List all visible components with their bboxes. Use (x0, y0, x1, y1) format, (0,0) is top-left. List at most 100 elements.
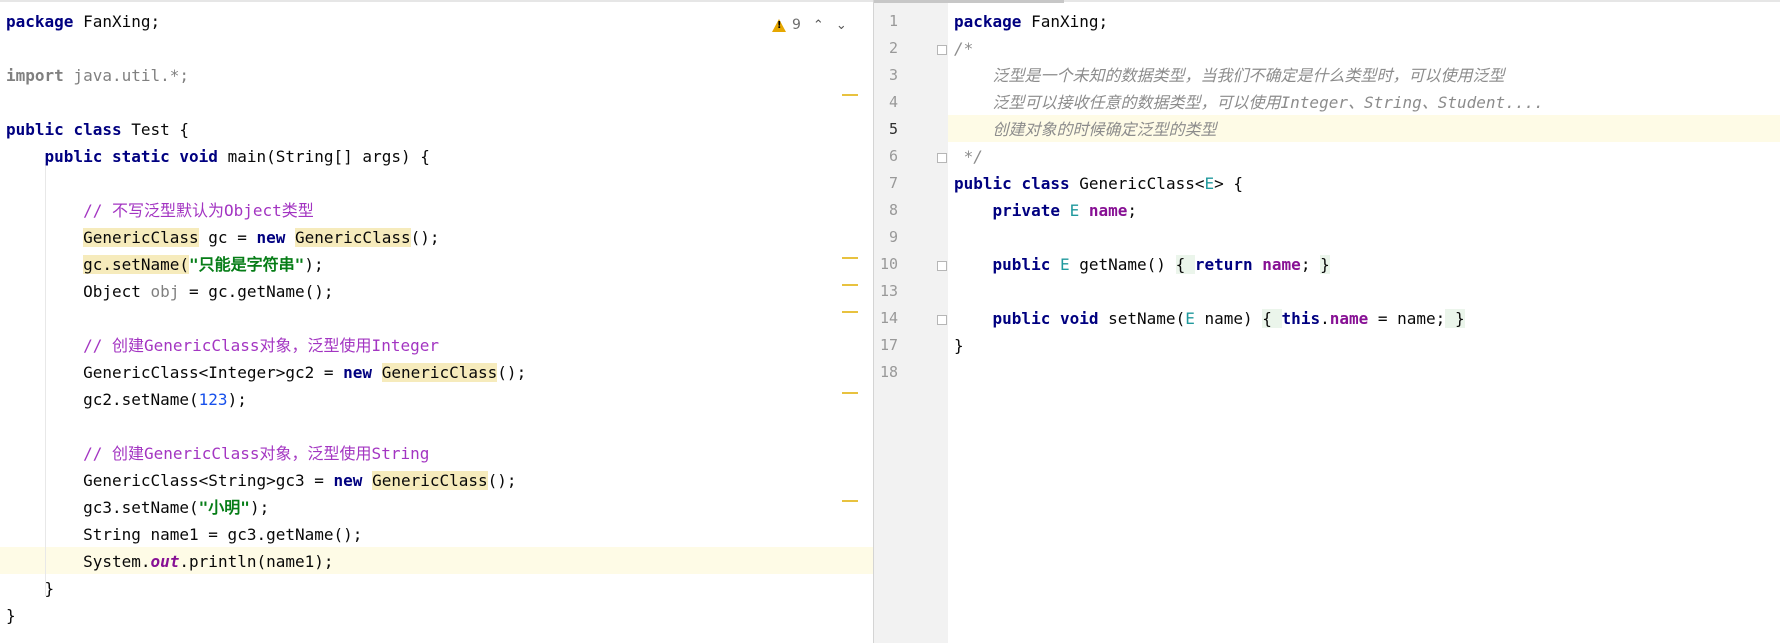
code-token: new (333, 471, 363, 490)
code-token: class (1021, 174, 1070, 193)
fold-icon[interactable] (937, 315, 947, 325)
code-token: gc3.setName( (6, 498, 199, 517)
code-token: FanXing; (73, 12, 161, 31)
left-editor-pane[interactable]: package FanXing; import java.util.*; publi… (0, 0, 873, 643)
code-token: E (1204, 174, 1215, 193)
code-token: 泛型是一个未知的数据类型，当我们不确定是什么类型时，可以使用泛型 (992, 66, 1505, 85)
code-token: package (6, 12, 74, 31)
warning-stripe-marker[interactable] (842, 257, 858, 259)
code-token: new (343, 363, 373, 382)
code-line[interactable]: // 不写泛型默认为Object类型 (6, 197, 314, 224)
code-line[interactable]: gc.setName("只能是字符串"); (6, 251, 324, 278)
warning-stripe-marker[interactable] (842, 284, 858, 286)
code-line[interactable]: // 创建GenericClass对象，泛型使用String (6, 440, 429, 467)
code-token: name) (1194, 309, 1263, 328)
code-token: GenericClass (295, 228, 411, 247)
fold-icon[interactable] (937, 45, 947, 55)
code-token: private (992, 201, 1060, 220)
code-token: ); (227, 390, 247, 409)
chevron-up-icon[interactable]: ⌃ (813, 18, 824, 33)
code-token: } (1445, 309, 1465, 328)
code-line[interactable]: public E getName() { return name; } (954, 251, 1330, 278)
code-token: setName( (1098, 309, 1186, 328)
code-line[interactable]: 泛型可以接收任意的数据类型，可以使用Integer、String、Student… (954, 89, 1544, 116)
code-token: 泛型可以接收任意的数据类型，可以使用Integer、String、Student… (992, 93, 1544, 112)
code-line[interactable]: /* (954, 35, 973, 62)
code-line[interactable]: System.out.println(name1); (6, 548, 334, 575)
code-token: GenericClass<Integer>gc2 = (6, 363, 344, 382)
inspection-widget[interactable]: 9 ⌃ ⌄ (772, 16, 847, 34)
code-line[interactable]: 泛型是一个未知的数据类型，当我们不确定是什么类型时，可以使用泛型 (954, 62, 1505, 89)
code-line[interactable]: GenericClass<String>gc3 = new GenericCla… (6, 467, 517, 494)
code-line[interactable]: 创建对象的时候确定泛型的类型 (954, 116, 1217, 143)
code-token: new (256, 228, 286, 247)
code-token: class (73, 120, 122, 139)
code-token: > { (1214, 174, 1244, 193)
code-line[interactable]: Object obj = gc.getName(); (6, 278, 333, 305)
code-line[interactable]: gc3.setName("小明"); (6, 494, 269, 521)
code-line[interactable]: public static void main(String[] args) { (6, 143, 430, 170)
code-token: public (44, 147, 103, 166)
code-token: java.util.*; (63, 66, 190, 85)
code-line[interactable]: } (954, 332, 964, 359)
warning-stripe-marker[interactable] (842, 94, 858, 96)
code-line[interactable]: package FanXing; (6, 8, 160, 35)
code-line[interactable]: String name1 = gc3.getName(); (6, 521, 362, 548)
code-line[interactable]: // 创建GenericClass对象，泛型使用Integer (6, 332, 439, 359)
code-line[interactable]: private E name; (954, 197, 1138, 224)
code-token: name (1088, 201, 1128, 220)
code-line[interactable]: gc2.setName(123); (6, 386, 247, 413)
warning-stripe-marker[interactable] (842, 311, 858, 313)
code-token: // 不写泛型默认为Object类型 (83, 201, 314, 220)
fold-icon[interactable] (937, 153, 947, 163)
code-line[interactable]: package FanXing; (954, 8, 1108, 35)
code-line[interactable]: public class GenericClass<E> { (954, 170, 1243, 197)
code-line[interactable]: public class Test { (6, 116, 189, 143)
code-token: } (1320, 255, 1330, 274)
code-token: name (1329, 309, 1369, 328)
code-line[interactable]: } (6, 575, 55, 602)
code-token: name (1262, 255, 1301, 274)
code-token: ); (249, 498, 270, 517)
line-number: 17 (879, 336, 898, 354)
code-token: Object (6, 282, 151, 301)
code-line[interactable]: GenericClass gc = new GenericClass(); (6, 224, 440, 251)
line-number: 3 (888, 66, 898, 84)
code-line[interactable]: public void setName(E name) { this.name … (954, 305, 1465, 332)
code-line[interactable]: } (6, 602, 16, 629)
code-line[interactable]: import java.util.*; (6, 62, 189, 89)
code-token: GenericClass (83, 228, 199, 247)
code-line[interactable]: */ (954, 143, 983, 170)
code-token: gc2.setName( (6, 390, 199, 409)
line-number: 6 (888, 147, 898, 165)
chevron-down-icon[interactable]: ⌄ (836, 18, 847, 33)
code-token: String name1 = gc3.getName(); (6, 525, 363, 544)
code-line[interactable]: GenericClass<Integer>gc2 = new GenericCl… (6, 359, 526, 386)
code-token: . (1320, 309, 1330, 328)
code-token: .println(name1); (179, 552, 334, 571)
line-number: 2 (888, 39, 898, 57)
line-number: 4 (888, 93, 898, 111)
warning-stripe-marker[interactable] (842, 392, 858, 394)
fold-icon[interactable] (937, 261, 947, 271)
code-token: ; (1127, 201, 1138, 220)
right-editor-pane[interactable]: 1 2 3 4 5 6 7 8 9 10 13 14 17 18 package FanXing; /* 泛… (874, 0, 1780, 643)
line-number: 13 (879, 282, 898, 300)
code-token: } (6, 606, 16, 625)
line-number: 5 (888, 120, 898, 138)
code-token: // 创建GenericClass对象，泛型使用Integer (83, 336, 439, 355)
warning-stripe-marker[interactable] (842, 500, 858, 502)
code-token: /* (954, 39, 974, 58)
code-token: public (992, 309, 1051, 328)
